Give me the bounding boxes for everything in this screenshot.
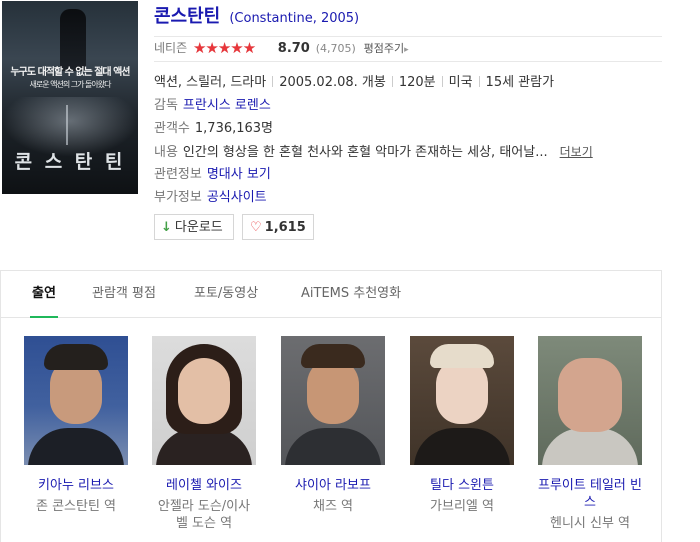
poster-title: 콘 스 탄 틴 bbox=[14, 151, 126, 173]
cast-card[interactable]: 틸다 스윈튼 가브리엘 역 bbox=[410, 336, 514, 515]
movie-title-row: 콘스탄틴 (Constantine, 2005) bbox=[154, 2, 359, 28]
audience-count: 1,736,163명 bbox=[194, 121, 274, 136]
like-button[interactable]: ♡ 1,615 bbox=[242, 214, 314, 240]
photo-face bbox=[178, 358, 230, 424]
rate-link-label: 평점주기 bbox=[363, 42, 405, 55]
download-label: 다운로드 bbox=[174, 220, 223, 235]
tab-aitems-recommend[interactable]: AiTEMS 추천영화 bbox=[301, 271, 401, 317]
cast-name[interactable]: 키아누 리브스 bbox=[24, 477, 128, 494]
info-genre: 액션, 스릴러, 드라마 bbox=[154, 75, 267, 90]
cast-name[interactable]: 프루이트 테일러 빈스 bbox=[538, 477, 642, 511]
cast-name[interactable]: 틸다 스윈튼 bbox=[410, 477, 514, 494]
tab-audience-rating[interactable]: 관람객 평점 bbox=[92, 271, 156, 317]
photo-shoulders bbox=[414, 428, 510, 465]
cast-card[interactable]: 키아누 리브스 존 콘스탄틴 역 bbox=[24, 336, 128, 515]
rating-votes: (4,705) bbox=[315, 42, 356, 55]
info-release: 2005.02.08. 개봉 bbox=[279, 75, 386, 90]
rating-score: 8.70 bbox=[277, 41, 310, 56]
poster-figure bbox=[60, 9, 86, 71]
cast-role: 존 콘스탄틴 역 bbox=[35, 499, 117, 514]
cast-role: 채즈 역 bbox=[312, 499, 353, 514]
poster-cross bbox=[66, 105, 68, 145]
photo-hair bbox=[44, 344, 108, 370]
photo-shoulders bbox=[542, 428, 638, 465]
cast-name[interactable]: 샤이아 라보프 bbox=[281, 477, 385, 494]
cast-role: 헨니시 신부 역 bbox=[549, 516, 631, 531]
director-link[interactable]: 프란시스 로렌스 bbox=[183, 98, 271, 113]
cast-photo[interactable] bbox=[538, 336, 642, 465]
divider bbox=[391, 76, 393, 87]
download-icon: ↓ bbox=[161, 220, 172, 235]
related-link[interactable]: 명대사 보기 bbox=[207, 167, 271, 182]
official-site-link[interactable]: 공식사이트 bbox=[207, 190, 267, 205]
tab-bar: 출연 관람객 평점 포토/동영상 AiTEMS 추천영화 bbox=[1, 271, 661, 318]
info-plot: 내용 인간의 형상을 한 혼혈 천사와 혼혈 악마가 존재하는 세상, 태어날..… bbox=[154, 143, 593, 162]
rating-label: 네티즌 bbox=[154, 41, 188, 55]
cast-card[interactable]: 레이첼 와이즈 안젤라 도슨/이사벨 도슨 역 bbox=[152, 336, 256, 532]
director-label: 감독 bbox=[154, 98, 178, 113]
photo-shoulders bbox=[285, 428, 381, 465]
cast-photo[interactable] bbox=[152, 336, 256, 465]
info-director: 감독 프란시스 로렌스 bbox=[154, 97, 271, 115]
cast-photo[interactable] bbox=[410, 336, 514, 465]
info-basic: 액션, 스릴러, 드라마 2005.02.08. 개봉 120분 미국 15세 관람가 bbox=[154, 74, 554, 92]
cast-card[interactable]: 샤이아 라보프 채즈 역 bbox=[281, 336, 385, 515]
divider bbox=[441, 76, 443, 87]
cast-role: 안젤라 도슨/이사벨 도슨 역 bbox=[157, 499, 251, 531]
rating-row: 네티즌 ★★★★★ ★★★★★ 8.70 (4,705) 평점주기▸ bbox=[154, 36, 662, 62]
star-rating-icon: ★★★★★ ★★★★★ bbox=[192, 38, 271, 57]
poster-tagline-2: 새로운 액션의 그가 돌아왔다 bbox=[29, 80, 112, 89]
movie-title[interactable]: 콘스탄틴 bbox=[154, 6, 220, 27]
info-country: 미국 bbox=[448, 75, 473, 90]
photo-hair bbox=[430, 344, 494, 368]
cast-name[interactable]: 레이첼 와이즈 bbox=[152, 477, 256, 494]
stars-filled: ★★★★★ bbox=[192, 38, 256, 57]
rate-link[interactable]: 평점주기▸ bbox=[364, 42, 409, 55]
divider bbox=[478, 76, 480, 87]
cast-photo[interactable] bbox=[281, 336, 385, 465]
info-audience: 관객수 1,736,163명 bbox=[154, 120, 273, 138]
movie-poster[interactable]: 누구도 대적할 수 없는 절대 액션 새로운 액션의 그가 돌아왔다 콘 스 탄… bbox=[2, 1, 138, 194]
info-runtime: 120분 bbox=[398, 75, 436, 90]
related-label: 관련정보 bbox=[154, 167, 202, 182]
plot-label: 내용 bbox=[154, 145, 178, 160]
like-count: 1,615 bbox=[264, 220, 306, 235]
info-extra: 부가정보 공식사이트 bbox=[154, 189, 267, 207]
audience-label: 관객수 bbox=[154, 121, 190, 136]
photo-shoulders bbox=[28, 428, 124, 465]
divider bbox=[272, 76, 274, 87]
movie-subtitle: (Constantine, 2005) bbox=[229, 11, 360, 26]
cast-role: 가브리엘 역 bbox=[430, 499, 494, 514]
poster-tagline-1: 누구도 대적할 수 없는 절대 액션 bbox=[10, 67, 130, 78]
photo-face bbox=[558, 358, 622, 432]
extra-label: 부가정보 bbox=[154, 190, 202, 205]
photo-hair bbox=[301, 344, 365, 368]
cast-photo[interactable] bbox=[24, 336, 128, 465]
cast-card[interactable]: 프루이트 테일러 빈스 헨니시 신부 역 bbox=[538, 336, 642, 532]
info-age: 15세 관람가 bbox=[485, 75, 555, 90]
download-button[interactable]: ↓ 다운로드 bbox=[154, 214, 234, 240]
tab-photo-video[interactable]: 포토/동영상 bbox=[194, 271, 258, 317]
poster-tagline: 누구도 대적할 수 없는 절대 액션 새로운 액션의 그가 돌아왔다 bbox=[6, 67, 134, 91]
heart-icon: ♡ bbox=[250, 220, 262, 235]
chevron-right-icon: ▸ bbox=[404, 45, 409, 55]
more-link[interactable]: 더보기 bbox=[560, 145, 593, 159]
tab-cast[interactable]: 출연 bbox=[30, 271, 58, 318]
info-related: 관련정보 명대사 보기 bbox=[154, 166, 271, 184]
plot-text: 인간의 형상을 한 혼혈 천사와 혼혈 악마가 존재하는 세상, 태어날... bbox=[182, 145, 548, 160]
